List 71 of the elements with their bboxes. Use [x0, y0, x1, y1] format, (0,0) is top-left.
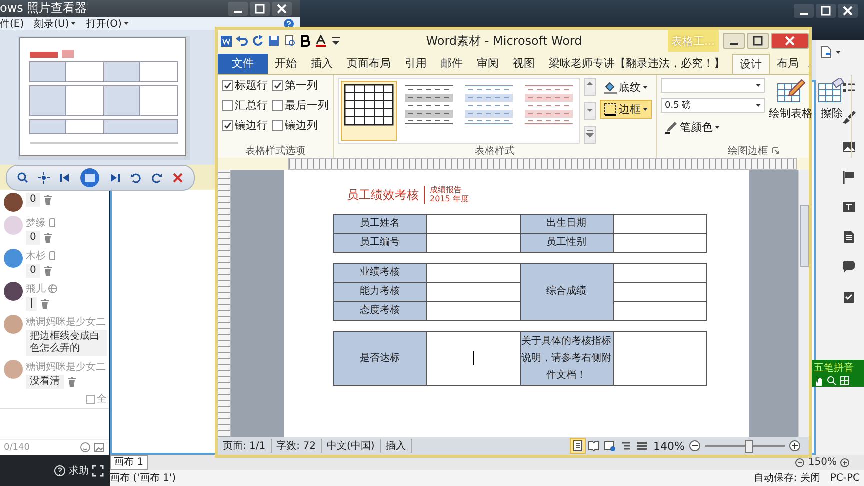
subtitle-text: 成绩报告	[430, 186, 462, 195]
ribbon-tab[interactable]: 审阅	[470, 54, 506, 74]
eraser-button[interactable]: 擦除	[817, 78, 847, 144]
message-bubble: 把边框线变成白色怎么弄的	[26, 330, 107, 356]
checkbox-label: 标题行	[235, 78, 268, 93]
autosave-status: 自动保存: 关闭	[754, 472, 820, 485]
line-weight-dropdown[interactable]: 0.5 磅	[661, 98, 765, 113]
sender-name: 飛儿	[26, 282, 46, 296]
message-bubble: 0	[26, 193, 40, 207]
ribbon-tab[interactable]: 梁咏老师专讲【翻录违法，必究！】	[542, 54, 732, 74]
ribbon-tab[interactable]: 文件	[218, 54, 268, 74]
ribbon-tab[interactable]: 视图	[506, 54, 542, 74]
ribbon-tab[interactable]: 邮件	[434, 54, 470, 74]
status-item: 页面: 1/1	[218, 439, 272, 453]
shading-button[interactable]: 底纹	[600, 78, 652, 97]
ribbon-tab[interactable]: 布局	[770, 54, 806, 74]
message-bubble: 0	[26, 231, 40, 245]
canvas-tab[interactable]: 画布 1	[110, 455, 148, 470]
sender-name: 糖调妈咪是少女二	[26, 360, 106, 374]
pen-color-button[interactable]: 笔颜色	[661, 118, 765, 137]
message-bubble: |	[26, 297, 38, 311]
status-item: 插入	[380, 439, 412, 453]
user-name: PC-PC	[830, 472, 860, 484]
sender-name: 糖调妈咪是少女二	[26, 316, 106, 329]
ribbon-tab[interactable]: 开始	[268, 54, 304, 74]
checkbox-label: 镶边列	[285, 118, 318, 133]
help-link[interactable]: 求助	[69, 464, 89, 478]
document-heading: 员工绩效考核	[347, 186, 419, 204]
checkbox-label: 最后一列	[285, 98, 329, 113]
status-item: 字数: 72	[272, 439, 322, 453]
group-label: 表格样式	[475, 144, 515, 158]
zoom-level: 150%	[808, 457, 837, 468]
ime-toolbar[interactable]: 五笔拼音	[812, 360, 864, 387]
table-cell: 出生日期	[520, 214, 614, 234]
table-cell: 综合成绩	[520, 264, 614, 320]
table-cell: 是否达标	[334, 332, 427, 386]
borders-button[interactable]: 边框	[600, 100, 652, 119]
ribbon-tab[interactable]: 设计	[732, 54, 770, 74]
contextual-tab-header: 表格工...	[668, 30, 719, 52]
table-cell: 态度考核	[334, 302, 427, 320]
menu-item[interactable]: 刻录(U)	[34, 16, 76, 30]
table-cell: 业绩考核	[334, 264, 427, 282]
group-label: 绘图边框	[728, 144, 768, 158]
ribbon-tab[interactable]: 插入	[304, 54, 340, 74]
canvas-status: 画布 ('画布 1')	[110, 472, 176, 485]
sender-name: 梦缘	[26, 216, 46, 230]
table-cell: 员工性别	[520, 234, 614, 252]
table-cell: 关于具体的考核指标说明，请参考右侧附件文档！	[520, 332, 614, 386]
ribbon-tab[interactable]: 页面布局	[340, 54, 398, 74]
table-cell: 员工编号	[334, 234, 427, 252]
message-bubble: 0	[26, 264, 40, 278]
menu-item[interactable]: 打开(O)	[86, 16, 129, 30]
message-bubble: 没看清	[26, 375, 64, 389]
draw-table-button[interactable]: 绘制表格	[769, 78, 813, 144]
status-item: 中文(中国)	[322, 439, 381, 453]
checkbox-label: 第一列	[285, 78, 318, 93]
ribbon-tab[interactable]: 引用	[398, 54, 434, 74]
checkbox-label: 镶边行	[235, 118, 268, 133]
group-label: 表格样式选项	[246, 144, 306, 158]
window-title: ows 照片查看器	[0, 0, 88, 17]
character-counter: 0/140	[4, 442, 30, 452]
window-title: Word素材 - Microsoft Word	[425, 32, 584, 50]
sender-name: 木杉	[26, 250, 46, 263]
checkbox-label: 汇总行	[235, 98, 268, 113]
ime-name: 五笔拼音	[814, 362, 855, 375]
select-all-label: 全	[97, 393, 107, 406]
table-cell: 员工姓名	[334, 214, 427, 234]
subtitle-text: 2015 年度	[430, 195, 469, 204]
table-cell: 能力考核	[334, 282, 427, 302]
zoom-percentage[interactable]: 140%	[654, 440, 685, 452]
menu-item[interactable]: 件(E)	[0, 16, 24, 30]
